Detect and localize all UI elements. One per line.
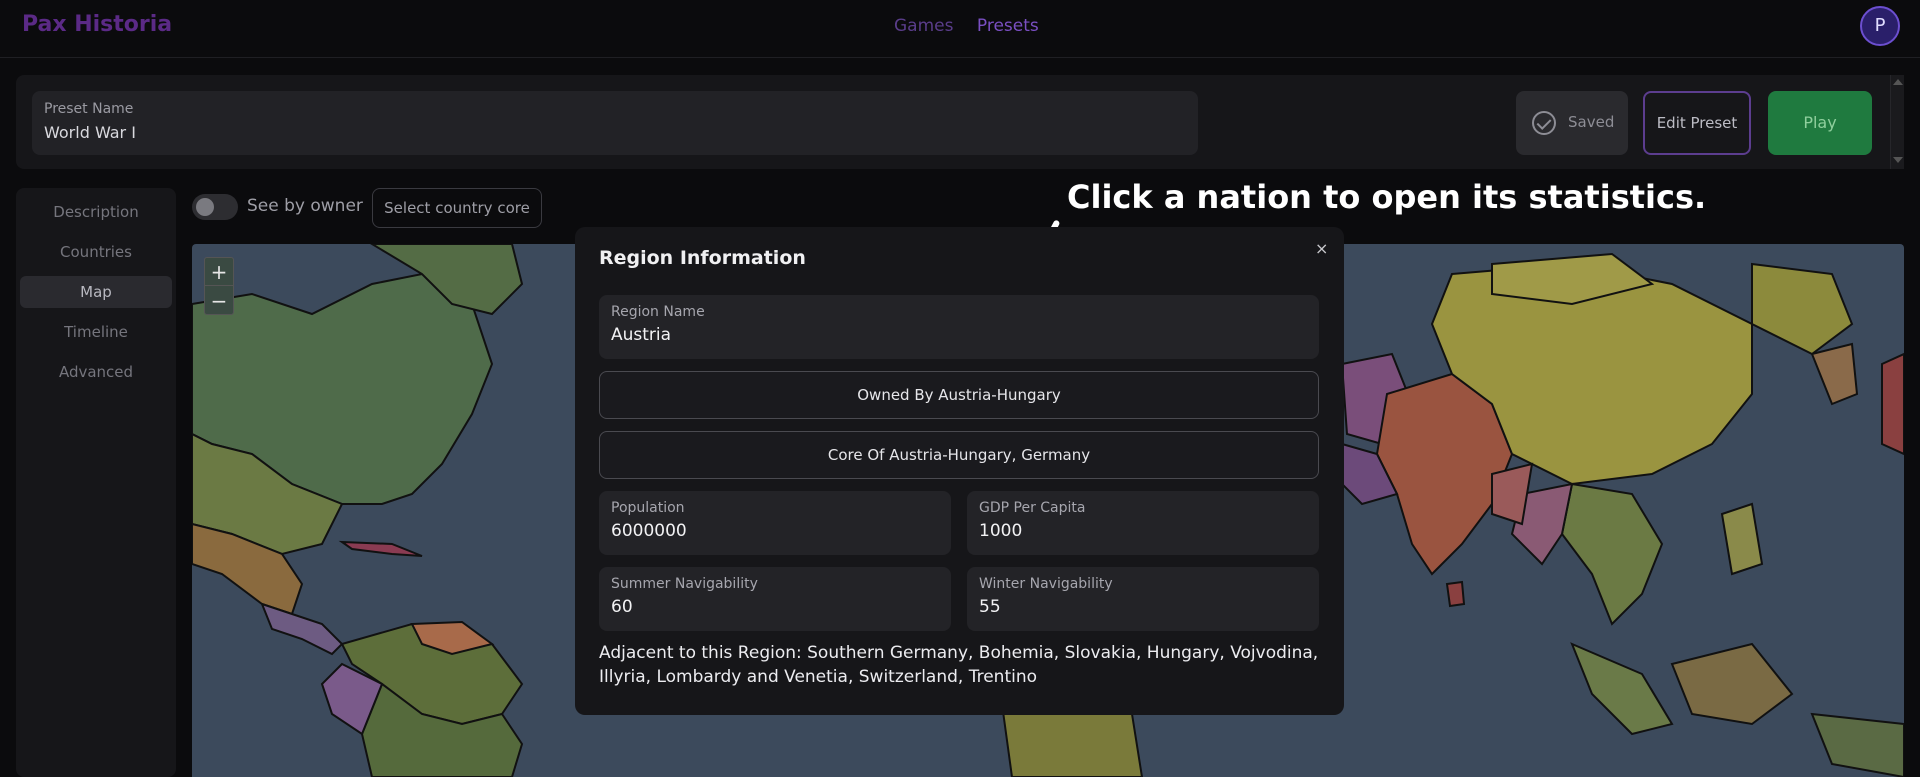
region-info-modal: Region Information × Region Name Austria… xyxy=(575,227,1344,715)
population-field[interactable]: Population 6000000 xyxy=(599,491,951,555)
check-circle-icon xyxy=(1532,111,1556,135)
region-indochina xyxy=(1560,482,1664,626)
winter-navigability-label: Winter Navigability xyxy=(979,576,1113,592)
core-of-button[interactable]: Core Of Austria-Hungary, Germany xyxy=(599,431,1319,479)
sidebar: Description Countries Map Timeline Advan… xyxy=(16,188,176,777)
summer-navigability-label: Summer Navigability xyxy=(611,576,758,592)
region-manchuria xyxy=(1751,262,1854,356)
sidebar-item-advanced[interactable]: Advanced xyxy=(20,356,172,388)
sidebar-item-description[interactable]: Description xyxy=(20,196,172,228)
zoom-out-button[interactable]: − xyxy=(205,287,233,315)
edit-preset-button[interactable]: Edit Preset xyxy=(1643,91,1751,155)
top-bar: Pax Historia Games Presets P xyxy=(0,0,1920,58)
region-name-label: Region Name xyxy=(611,304,705,320)
preset-name-label: Preset Name xyxy=(44,101,134,117)
preset-bar: Preset Name World War I Saved Edit Prese… xyxy=(16,75,1904,169)
scroll-up-icon[interactable] xyxy=(1893,79,1903,85)
close-icon[interactable]: × xyxy=(1315,239,1328,258)
region-new-guinea xyxy=(1810,712,1904,777)
select-country-core-button[interactable]: Select country core xyxy=(372,188,542,228)
population-value[interactable]: 6000000 xyxy=(611,521,687,541)
see-by-owner-toggle[interactable] xyxy=(192,194,238,220)
gdp-per-capita-field[interactable]: GDP Per Capita 1000 xyxy=(967,491,1319,555)
region-korea xyxy=(1810,342,1859,406)
map-zoom-control: + − xyxy=(204,257,234,315)
winter-navigability-field[interactable]: Winter Navigability 55 xyxy=(967,567,1319,631)
toggle-knob xyxy=(196,198,214,216)
main-nav: Games Presets xyxy=(894,16,1057,36)
region-sumatra xyxy=(1570,642,1674,736)
sidebar-item-map[interactable]: Map xyxy=(20,276,172,308)
user-avatar[interactable]: P xyxy=(1860,6,1900,46)
region-central-america xyxy=(260,602,344,656)
nav-presets-link[interactable]: Presets xyxy=(977,16,1039,36)
saved-label: Saved xyxy=(1568,113,1615,131)
region-japan xyxy=(1881,352,1904,456)
play-button[interactable]: Play xyxy=(1768,91,1872,155)
modal-title: Region Information xyxy=(599,247,806,269)
adjacent-regions-text: Adjacent to this Region: Southern German… xyxy=(599,643,1319,687)
tutorial-hint: Click a nation to open its statistics. xyxy=(1067,178,1707,216)
region-ceylon xyxy=(1445,580,1466,608)
sidebar-item-timeline[interactable]: Timeline xyxy=(20,316,172,348)
population-label: Population xyxy=(611,500,685,516)
nav-games-link[interactable]: Games xyxy=(894,16,953,36)
app-logo[interactable]: Pax Historia xyxy=(22,12,172,37)
gdp-per-capita-label: GDP Per Capita xyxy=(979,500,1086,516)
region-name-value[interactable]: Austria xyxy=(611,325,671,345)
preset-name-value[interactable]: World War I xyxy=(44,123,136,142)
region-borneo xyxy=(1670,642,1794,726)
scrollbar[interactable] xyxy=(1890,75,1904,169)
sidebar-item-countries[interactable]: Countries xyxy=(20,236,172,268)
zoom-in-button[interactable]: + xyxy=(205,258,233,286)
region-cuba xyxy=(338,540,423,557)
preset-name-field[interactable]: Preset Name World War I xyxy=(32,91,1198,155)
region-philippines xyxy=(1720,502,1764,576)
gdp-per-capita-value[interactable]: 1000 xyxy=(979,521,1022,541)
summer-navigability-field[interactable]: Summer Navigability 60 xyxy=(599,567,951,631)
saved-button[interactable]: Saved xyxy=(1516,91,1628,155)
region-name-field[interactable]: Region Name Austria xyxy=(599,295,1319,359)
summer-navigability-value[interactable]: 60 xyxy=(611,597,633,617)
scroll-down-icon[interactable] xyxy=(1893,157,1903,163)
owned-by-button[interactable]: Owned By Austria-Hungary xyxy=(599,371,1319,419)
winter-navigability-value[interactable]: 55 xyxy=(979,597,1001,617)
see-by-owner-label: See by owner xyxy=(247,196,363,216)
